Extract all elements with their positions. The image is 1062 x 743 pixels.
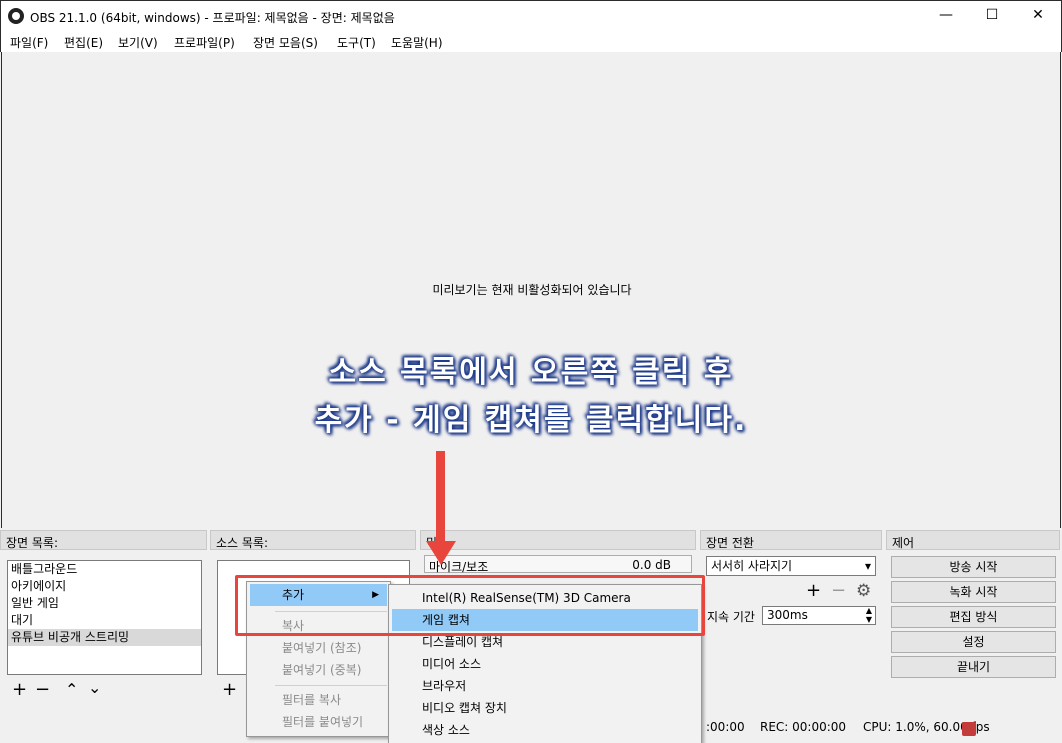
annotation-line-1: 소스 목록에서 오른쪽 클릭 후 (328, 355, 734, 390)
spin-arrows-icon[interactable]: ▲ ▼ (866, 606, 872, 624)
menu-edit[interactable]: 편집(E) (64, 34, 103, 51)
scene-item[interactable]: 일반 게임 (8, 595, 201, 612)
transitions-header: 장면 전환 (700, 530, 882, 550)
gear-icon[interactable]: ⚙ (856, 582, 871, 600)
duration-value: 300ms (767, 608, 808, 622)
duration-label: 지속 기간 (707, 610, 755, 624)
duration-input[interactable]: 300ms ▲ ▼ (762, 606, 876, 625)
live-timer: :00:00 (706, 720, 745, 734)
mixer-track-db: 0.0 dB (632, 558, 671, 572)
mixer-header: 믹 (420, 530, 696, 550)
annotation-arrow-head-icon (426, 541, 456, 565)
preview-disabled-message: 미리보기는 현재 비활성화되어 있습니다 (432, 283, 632, 297)
window-title: OBS 21.1.0 (64bit, windows) - 프로파일: 제목없음… (30, 11, 395, 25)
remove-transition-icon[interactable]: − (831, 582, 846, 600)
submenu-item-video-capture[interactable]: 비디오 캡쳐 장치 (392, 697, 698, 719)
controls-header: 제어 (886, 530, 1060, 550)
settings-button[interactable]: 설정 (891, 631, 1056, 653)
scene-item-selected[interactable]: 유튜브 비공개 스트리밍 (8, 629, 201, 646)
studio-mode-button[interactable]: 편집 방식 (891, 606, 1056, 628)
scenes-header: 장면 목록: (0, 530, 207, 550)
scene-item[interactable]: 아키에이지 (8, 578, 201, 595)
mixer-track: 마이크/보조 0.0 dB (424, 555, 692, 574)
menu-item-paste-duplicate[interactable]: 붙여넣기 (중복) (250, 659, 387, 681)
start-streaming-button[interactable]: 방송 시작 (891, 556, 1056, 578)
controls-dock: 방송 시작 녹화 시작 편집 방식 설정 끝내기 (886, 551, 1062, 741)
menu-view[interactable]: 보기(V) (118, 34, 158, 51)
annotation-line-2: 추가 - 게임 캡쳐를 클릭합니다. (314, 403, 748, 438)
menu-separator (275, 685, 387, 686)
scenes-list[interactable]: 배틀그라운드 아키에이지 일반 게임 대기 유튜브 비공개 스트리밍 (7, 560, 202, 675)
status-indicator-icon (962, 722, 976, 736)
transition-selected-value: 서서히 사라지기 (711, 559, 793, 573)
transitions-dock: 서서히 사라지기 ▾ + − ⚙ 지속 기간 300ms ▲ ▼ (700, 551, 883, 741)
scene-item[interactable]: 대기 (8, 612, 201, 629)
minimize-icon[interactable]: — (923, 1, 969, 30)
start-recording-button[interactable]: 녹화 시작 (891, 581, 1056, 603)
menu-file[interactable]: 파일(F) (10, 34, 48, 51)
remove-scene-icon[interactable]: − (35, 681, 50, 699)
submenu-item-browser[interactable]: 브라우저 (392, 675, 698, 697)
annotation-arrow (436, 451, 445, 549)
maximize-icon[interactable]: ☐ (969, 1, 1015, 30)
add-source-icon[interactable]: + (222, 681, 237, 699)
transition-select[interactable]: 서서히 사라지기 ▾ (706, 556, 876, 576)
chevron-down-icon: ▾ (864, 559, 871, 573)
rec-timer: REC: 00:00:00 (760, 720, 847, 734)
scenes-dock: 배틀그라운드 아키에이지 일반 게임 대기 유튜브 비공개 스트리밍 + − ⌃… (0, 551, 208, 741)
menu-tools[interactable]: 도구(T) (337, 34, 376, 51)
menu-item-paste-reference[interactable]: 붙여넣기 (참조) (250, 637, 387, 659)
close-icon[interactable]: ✕ (1015, 1, 1061, 30)
menu-item-paste-filters[interactable]: 필터를 붙여넣기 (250, 711, 387, 733)
menu-bar: 파일(F) 편집(E) 보기(V) 프로파일(P) 장면 모음(S) 도구(T)… (0, 30, 1062, 52)
title-bar: OBS 21.1.0 (64bit, windows) - 프로파일: 제목없음… (0, 0, 1062, 30)
submenu-item-color-source[interactable]: 색상 소스 (392, 719, 698, 741)
add-transition-icon[interactable]: + (806, 582, 821, 600)
menu-help[interactable]: 도움말(H) (391, 34, 443, 51)
move-down-icon[interactable]: ⌄ (88, 679, 101, 697)
menu-scene-collection[interactable]: 장면 모음(S) (253, 34, 318, 51)
add-scene-icon[interactable]: + (12, 681, 27, 699)
move-up-icon[interactable]: ⌃ (65, 681, 78, 699)
obs-logo-icon (8, 8, 24, 24)
submenu-item-media-source[interactable]: 미디어 소스 (392, 653, 698, 675)
menu-profile[interactable]: 프로파일(P) (174, 34, 235, 51)
exit-button[interactable]: 끝내기 (891, 656, 1056, 678)
menu-item-copy-filters[interactable]: 필터를 복사 (250, 689, 387, 711)
sources-header: 소스 목록: (210, 530, 416, 550)
scene-item[interactable]: 배틀그라운드 (8, 561, 201, 578)
preview-area[interactable]: 미리보기는 현재 비활성화되어 있습니다 (1, 52, 1061, 528)
annotation-highlight-box (235, 575, 705, 636)
